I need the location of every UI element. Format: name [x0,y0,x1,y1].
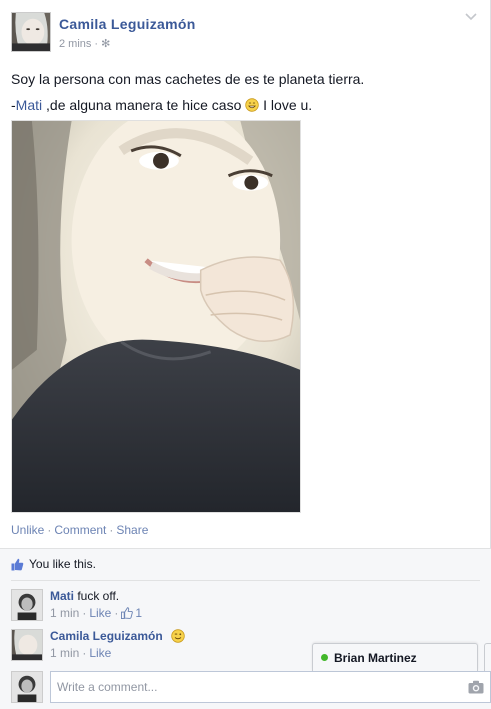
likes-text[interactable]: You like this. [29,557,96,571]
current-user-avatar [11,671,43,703]
chat-contact-name: Brian Martinez [334,650,417,665]
comment-time[interactable]: 1 min [50,646,79,660]
post-actions: Unlike · Comment · Share [11,523,148,537]
chevron-down-icon[interactable] [464,10,478,24]
current-user-avatar-image [12,672,42,702]
wink-emoji-icon [170,629,185,643]
selfie-photo-image [12,121,300,512]
post-text-line-1: Soy la persona con mas cachetes de es te… [11,71,365,87]
comment-body: Mati fuck off. 1 min · Like · 1 [50,589,142,620]
post-meta: 2 mins · ✻ [59,37,110,51]
commenter-avatar[interactable] [11,589,43,621]
comment-link[interactable]: Comment [54,523,106,537]
post-text-line-2: -Mati ,de alguna manera te hice caso I l… [11,97,313,113]
comment-body: Camila Leguizamón 1 min · Like [50,629,185,660]
post-time[interactable]: 2 mins [59,38,91,50]
comment-meta-separator: · [82,646,87,660]
comment-meta-separator: · [114,606,119,620]
comment-like-count[interactable]: 1 [121,606,142,620]
thumbs-up-icon [11,558,24,570]
commenter-avatar[interactable] [11,629,43,661]
action-separator: · [47,523,52,537]
divider [11,580,480,581]
gear-icon[interactable]: ✻ [101,37,110,50]
commenter-avatar-image [12,590,42,620]
post-card: Camila Leguizamón 2 mins · ✻ Soy la pers… [0,0,491,548]
comment-meta: 1 min · Like · 1 [50,606,142,620]
comment-like-link[interactable]: Like [89,606,111,620]
comment-item: Mati fuck off. 1 min · Like · 1 [11,589,481,623]
comment-composer: Write a comment... [11,670,491,704]
action-separator: · [109,523,114,537]
comment-input[interactable]: Write a comment... [50,671,491,703]
comment-time[interactable]: 1 min [50,606,79,620]
comment-text: fuck off. [77,589,120,603]
share-link[interactable]: Share [116,523,148,537]
unlike-link[interactable]: Unlike [11,523,44,537]
comment-like-link[interactable]: Like [89,646,111,660]
comment-input-placeholder: Write a comment... [57,680,158,694]
chat-tab-secondary[interactable] [484,643,491,671]
author-name[interactable]: Camila Leguizamón [59,16,196,32]
online-status-icon [321,654,328,661]
author-avatar-image [12,13,50,51]
camera-icon[interactable] [468,680,484,694]
comment-author[interactable]: Mati [50,589,74,603]
meta-separator: · [94,37,99,50]
comment-author[interactable]: Camila Leguizamón [50,629,163,643]
grin-emoji-icon [245,98,259,112]
commenter-avatar-image [12,630,42,660]
likes-summary: You like this. [11,557,96,571]
author-avatar[interactable] [11,12,51,52]
post-text: Soy la persona con mas cachetes de es te… [11,66,364,118]
thumbs-up-icon [121,607,134,619]
tagged-friend-link[interactable]: Mati [16,97,42,113]
post-photo[interactable] [11,120,301,513]
chat-tab[interactable]: Brian Martinez [312,643,478,671]
comment-meta-separator: · [82,606,87,620]
feedback-section: You like this. Mati fuck off. 1 min · Li… [0,548,491,709]
comment-meta: 1 min · Like [50,646,185,660]
